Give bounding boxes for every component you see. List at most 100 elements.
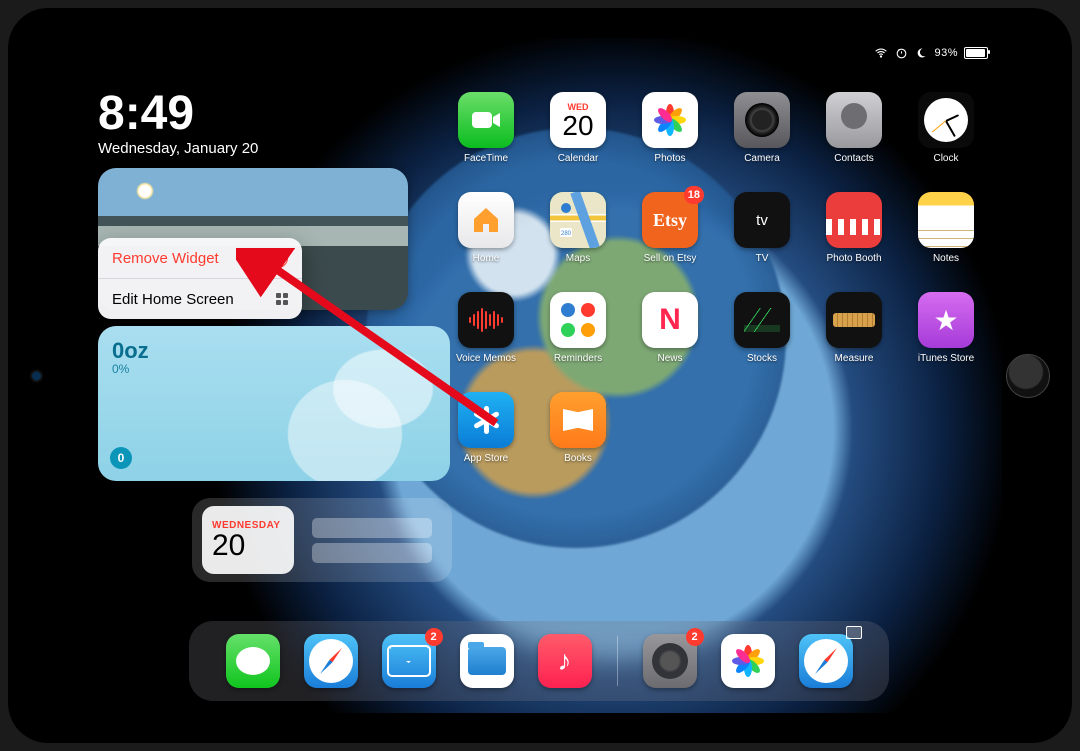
app-camera[interactable]: Camera [734,92,790,164]
water-streak-badge: 0 [110,447,132,469]
app-label: Contacts [834,153,873,164]
app-label: Clock [933,153,958,164]
app-safari-icon [304,634,358,688]
app-rem[interactable]: Reminders [550,292,606,364]
app-measure[interactable]: Measure [826,292,882,364]
app-contacts[interactable]: Contacts [826,92,882,164]
app-etsy[interactable]: Etsy18Sell on Etsy [642,192,698,264]
app-settings[interactable]: 2 [642,634,698,688]
orientation-lock-icon [894,46,908,60]
battery-percentage: 93% [934,47,958,59]
app-safari2-icon [799,634,853,688]
svg-text:280: 280 [561,231,572,237]
widget-water-tracker[interactable]: 0oz 0% 0 [98,326,450,481]
app-notes[interactable]: Notes [918,192,974,264]
time-text: 8:49 [98,90,258,138]
app-home-icon [458,192,514,248]
app-row-1: FaceTime WED20 Calendar Photos Camera Contact… [458,92,998,164]
app-calendar[interactable]: WED20 Calendar [550,92,606,164]
home-screen-apps: FaceTime WED20 Calendar Photos Camera Contact… [458,92,998,492]
app-music[interactable] [537,634,593,688]
app-pb[interactable]: Photo Booth [826,192,882,264]
app-itunes[interactable]: iTunes Store [918,292,974,364]
widget-context-menu: Remove Widget Edit Home Screen [98,238,302,319]
front-camera [32,371,41,380]
app-books-icon [550,392,606,448]
lock-clock: 8:49 Wednesday, January 20 [98,90,258,157]
app-books[interactable]: Books [550,392,606,464]
remove-widget-button[interactable]: Remove Widget [98,238,302,278]
home-button[interactable] [1006,354,1050,398]
app-label: Books [564,453,592,464]
badge: 2 [686,628,704,646]
app-messages-icon [226,634,280,688]
screen: 93% 8:49 Wednesday, January 20 Remove Wi… [76,38,1002,713]
app-maps[interactable]: 280 Maps [550,192,606,264]
app-label: Reminders [554,353,602,364]
widget-calendar[interactable]: WEDNESDAY 20 [192,498,452,582]
app-label: News [657,353,682,364]
calendar-date-tile: WEDNESDAY 20 [202,506,294,574]
app-appstore[interactable]: App Store [458,392,514,464]
app-label: Voice Memos [456,353,516,364]
app-facetime-icon [458,92,514,148]
app-messages[interactable] [225,634,281,688]
dock-recent: 2 [642,634,854,688]
app-label: Stocks [747,353,777,364]
multitask-indicator-icon [846,626,862,639]
app-notes-icon [918,192,974,248]
app-mail[interactable]: 2 [381,634,437,688]
app-itunes-icon [918,292,974,348]
app-home[interactable]: Home [458,192,514,264]
app-safari2[interactable] [798,634,854,688]
minus-circle-icon [268,248,288,268]
app-row-2: Home 280 Maps Etsy18Sell on Etsy tvTV Photo B… [458,192,998,264]
app-stocks-icon [734,292,790,348]
app-calendar-icon: WED20 [550,92,606,148]
app-label: iTunes Store [918,353,974,364]
dock-left: 2 [225,634,593,688]
do-not-disturb-icon [914,46,928,60]
app-photos[interactable]: Photos [642,92,698,164]
app-vm-icon [458,292,514,348]
app-rem-icon [550,292,606,348]
photo-horizon [98,216,408,226]
app-appstore-icon [458,392,514,448]
app-photos[interactable] [720,634,776,688]
app-label: Calendar [558,153,599,164]
app-stocks[interactable]: Stocks [734,292,790,364]
calendar-day: 20 [212,531,294,561]
app-label: App Store [464,453,508,464]
app-contacts-icon [826,92,882,148]
app-label: Camera [744,153,780,164]
app-label: Sell on Etsy [644,253,697,264]
dock-divider [617,636,618,686]
edit-home-label: Edit Home Screen [112,291,234,308]
app-clock[interactable]: Clock [918,92,974,164]
app-facetime[interactable]: FaceTime [458,92,514,164]
app-pb-icon [826,192,882,248]
app-label: TV [756,253,769,264]
badge: 2 [425,628,443,646]
wifi-icon [874,46,888,60]
edit-home-screen-button[interactable]: Edit Home Screen [98,278,302,319]
app-label: Maps [566,253,590,264]
app-row-3: Voice Memos Reminders N News Stocks Measure iT… [458,292,998,364]
app-label: Notes [933,253,959,264]
app-news-icon: N [642,292,698,348]
app-label: Home [473,253,500,264]
app-photos-icon [642,92,698,148]
app-tv[interactable]: tvTV [734,192,790,264]
app-maps-icon: 280 [550,192,606,248]
dock: 2 2 [189,621,889,701]
llama-illustration [250,344,440,481]
app-safari[interactable] [303,634,359,688]
app-photos-icon [721,634,775,688]
app-files[interactable] [459,634,515,688]
calendar-events [312,513,432,568]
app-vm[interactable]: Voice Memos [458,292,514,364]
ipad-bezel: 93% 8:49 Wednesday, January 20 Remove Wi… [8,8,1072,743]
app-label: Photo Booth [826,253,881,264]
app-news[interactable]: N News [642,292,698,364]
app-label: FaceTime [464,153,508,164]
